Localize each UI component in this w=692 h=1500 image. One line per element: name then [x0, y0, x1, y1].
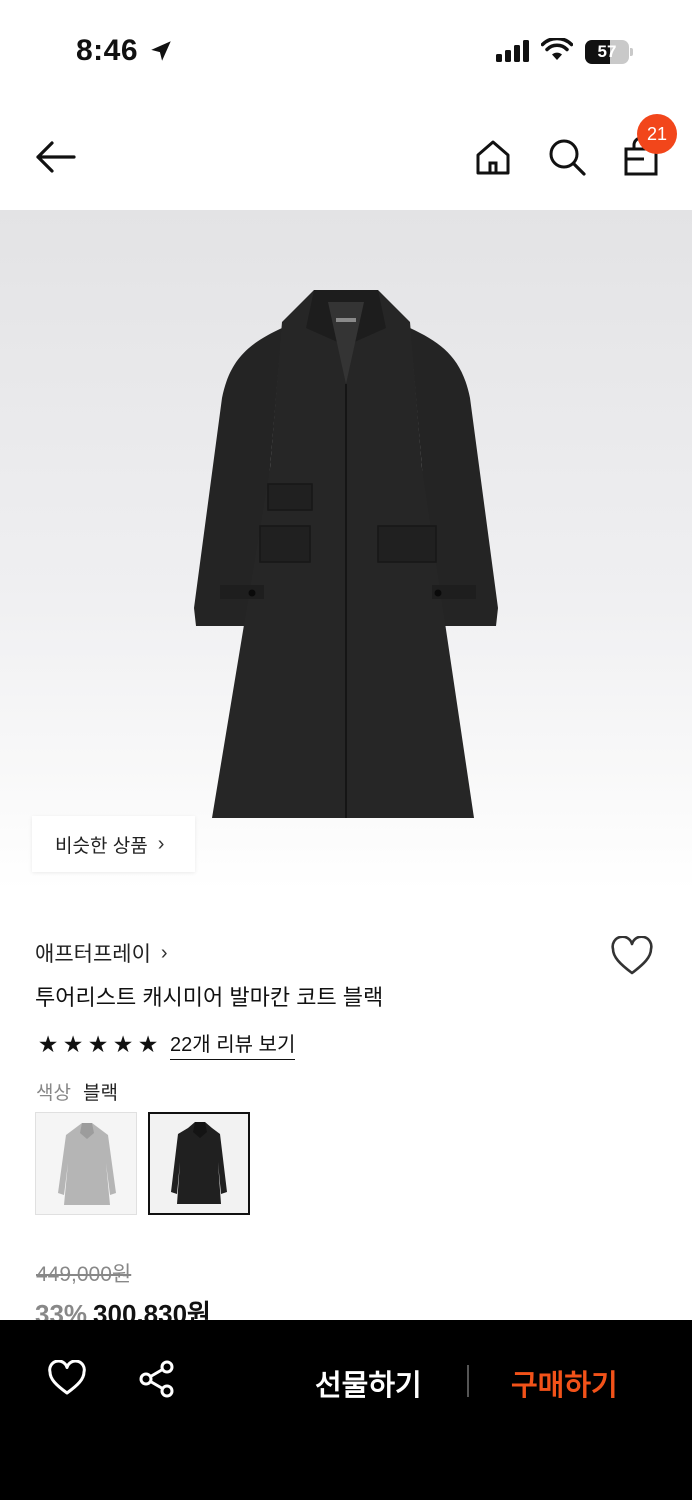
black-coat-thumbnail — [171, 1122, 227, 1204]
color-label: 색상 — [36, 1083, 71, 1104]
star-icon: ★ — [137, 1030, 159, 1057]
similar-products-button[interactable]: 비슷한 상품 › — [32, 816, 195, 872]
buy-button[interactable]: 구매하기 — [511, 1362, 618, 1404]
bottom-action-bar: 선물하기 구매하기 — [0, 1320, 692, 1500]
original-price: 449,000원 — [36, 1263, 132, 1286]
divider — [467, 1365, 469, 1397]
star-icon: ★ — [87, 1030, 109, 1057]
star-rating: ★ ★ ★ ★ ★ — [36, 1031, 160, 1058]
battery-level: 57 — [597, 42, 617, 61]
cart-count-badge: 21 — [637, 114, 677, 154]
chevron-right-icon: › — [160, 941, 168, 964]
coat-product-image — [194, 290, 498, 818]
home-icon[interactable] — [472, 136, 514, 178]
chevron-right-icon: › — [157, 832, 165, 855]
status-time: 8:46 — [76, 34, 139, 67]
view-reviews-link[interactable]: 22개 리뷰 보기 — [170, 1028, 296, 1060]
search-icon[interactable] — [546, 136, 588, 178]
share-icon[interactable] — [138, 1360, 176, 1398]
status-bar: 8:46 57 — [0, 0, 692, 100]
color-selection: 색상 블랙 — [36, 1078, 118, 1105]
selected-color: 블랙 — [82, 1083, 118, 1104]
star-icon: ★ — [112, 1030, 134, 1057]
gray-coat-thumbnail — [58, 1123, 116, 1205]
product-image-area[interactable] — [0, 210, 692, 890]
gift-button[interactable]: 선물하기 — [315, 1362, 422, 1404]
color-option-gray[interactable] — [35, 1112, 137, 1215]
back-arrow-icon[interactable] — [32, 136, 80, 178]
wifi-icon — [541, 38, 573, 60]
wishlist-heart-icon[interactable] — [610, 936, 654, 976]
battery-indicator: 57 — [585, 40, 633, 64]
star-icon: ★ — [37, 1030, 59, 1057]
brand-name: 애프터프레이 — [35, 943, 151, 966]
cellular-signal-icon — [496, 40, 529, 62]
rating-row: ★ ★ ★ ★ ★ 22개 리뷰 보기 — [36, 1028, 296, 1060]
brand-link[interactable]: 애프터프레이 › — [35, 938, 168, 968]
like-heart-icon[interactable] — [47, 1360, 87, 1396]
star-icon: ★ — [62, 1030, 84, 1057]
color-option-black[interactable] — [148, 1112, 250, 1215]
similar-products-label: 비슷한 상품 — [55, 835, 148, 857]
product-title: 투어리스트 캐시미어 발마칸 코트 블랙 — [35, 985, 384, 1010]
top-nav — [0, 100, 692, 210]
location-arrow-icon — [151, 41, 171, 61]
